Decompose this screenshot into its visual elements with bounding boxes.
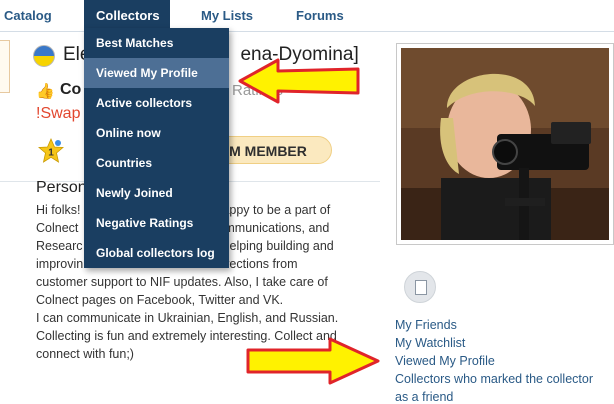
link-viewed-my-profile[interactable]: Viewed My Profile bbox=[395, 352, 593, 370]
thumbs-up-icon: 👍 bbox=[36, 83, 55, 100]
ukraine-flag-icon bbox=[33, 45, 55, 67]
menu-item-global-collectors-log[interactable]: Global collectors log bbox=[84, 238, 229, 268]
menu-item-countries[interactable]: Countries bbox=[84, 148, 229, 178]
menu-item-online-now[interactable]: Online now bbox=[84, 118, 229, 148]
swap-label[interactable]: !Swap bbox=[36, 105, 80, 123]
left-frame bbox=[0, 40, 10, 93]
bio-line: I can communicate in Ukrainian, English,… bbox=[36, 311, 339, 325]
premium-member-badge: UM MEMBER bbox=[212, 136, 332, 164]
document-list-icon[interactable] bbox=[404, 271, 436, 303]
profile-photo-image bbox=[401, 48, 609, 240]
highlight-arrow-icon bbox=[246, 337, 380, 385]
nav-catalog[interactable]: Catalog bbox=[4, 8, 52, 23]
menu-item-viewed-my-profile[interactable]: Viewed My Profile bbox=[84, 58, 229, 88]
personal-heading: Person bbox=[36, 179, 87, 196]
menu-item-best-matches[interactable]: Best Matches bbox=[84, 28, 229, 58]
bio-line: Colnect pages on Facebook, Twitter and V… bbox=[36, 293, 284, 307]
premium-member-label: UM MEMBER bbox=[219, 143, 307, 159]
menu-item-active-collectors[interactable]: Active collectors bbox=[84, 88, 229, 118]
link-my-watchlist[interactable]: My Watchlist bbox=[395, 334, 593, 352]
collectors-dropdown-menu: Best Matches Viewed My Profile Active co… bbox=[84, 28, 229, 268]
menu-item-newly-joined[interactable]: Newly Joined bbox=[84, 178, 229, 208]
profile-side-links: My Friends My Watchlist Viewed My Profil… bbox=[395, 316, 593, 404]
nav-collectors-label: Collectors bbox=[96, 8, 160, 23]
badge-number: 1 bbox=[48, 148, 54, 159]
highlight-arrow-icon bbox=[238, 58, 360, 104]
link-collectors-marked-friend-cont[interactable]: as a friend bbox=[395, 388, 593, 404]
bio-line: customer support to NIF updates. Also, I… bbox=[36, 275, 328, 289]
star-badge-icon: 1 bbox=[38, 138, 64, 163]
page: Catalog Collectors My Lists Forums Ele en… bbox=[0, 0, 614, 404]
nav-forums[interactable]: Forums bbox=[296, 8, 344, 23]
link-collectors-marked-friend[interactable]: Collectors who marked the collector bbox=[395, 370, 593, 388]
menu-item-negative-ratings[interactable]: Negative Ratings bbox=[84, 208, 229, 238]
nav-my-lists[interactable]: My Lists bbox=[201, 8, 253, 23]
collector-type: Co bbox=[60, 81, 82, 98]
profile-photo bbox=[396, 43, 614, 245]
link-my-friends[interactable]: My Friends bbox=[395, 316, 593, 334]
